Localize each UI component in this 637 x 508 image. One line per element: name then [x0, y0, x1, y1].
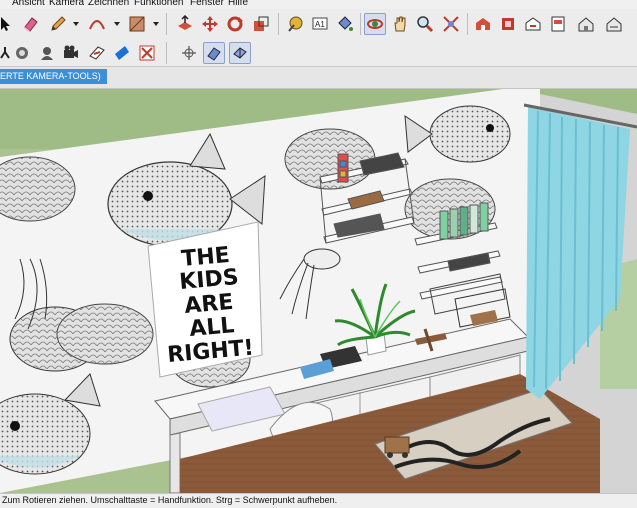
- axes-icon[interactable]: [178, 42, 200, 64]
- scene-tab[interactable]: ERTE KAMERA-TOOLS): [0, 69, 107, 84]
- toolbar-separator: [467, 13, 468, 35]
- menu-kamera[interactable]: Kamera: [49, 0, 84, 8]
- arc-dropdown-icon[interactable]: [114, 22, 120, 26]
- svg-text:A1: A1: [315, 20, 325, 29]
- toolbar-separator: [360, 13, 361, 35]
- section-cut-icon[interactable]: [136, 42, 158, 64]
- menu-ansicht[interactable]: Ansicht: [12, 0, 45, 8]
- scale-icon[interactable]: [250, 13, 272, 35]
- kids-poster: THE KIDS ARE ALL RIGHT!: [147, 221, 263, 378]
- select-arrow-icon[interactable]: [0, 13, 16, 35]
- pencil-icon[interactable]: [47, 13, 69, 35]
- model-viewport[interactable]: THE KIDS ARE ALL RIGHT!: [0, 89, 637, 493]
- rectangle-dropdown-icon[interactable]: [153, 22, 159, 26]
- orbit-icon[interactable]: [364, 13, 386, 35]
- extension-icon[interactable]: [497, 13, 519, 35]
- pencil-dropdown-icon[interactable]: [73, 22, 79, 26]
- push-pull-icon[interactable]: [174, 13, 196, 35]
- status-bar: Zum Rotieren ziehen. Umschalttaste = Han…: [0, 493, 637, 508]
- menu-bar: Ansicht Kamera Zeichnen Funktionen Fenst…: [0, 0, 637, 9]
- warehouse-icon[interactable]: [472, 13, 494, 35]
- status-text: Zum Rotieren ziehen. Umschalttaste = Han…: [2, 495, 338, 505]
- paint-bucket-icon[interactable]: [334, 13, 356, 35]
- xray-icon[interactable]: [203, 42, 225, 64]
- layout-icon[interactable]: [547, 13, 569, 35]
- rectangle-icon[interactable]: [126, 13, 148, 35]
- move-icon[interactable]: [199, 13, 221, 35]
- toolbar-separator: [278, 13, 279, 35]
- back-edges-icon[interactable]: [229, 42, 251, 64]
- toolbar-separator: [166, 13, 167, 35]
- components-icon[interactable]: [575, 13, 597, 35]
- menu-fenster[interactable]: Fenster: [190, 0, 224, 8]
- position-camera-icon[interactable]: [11, 42, 33, 64]
- share-model-icon[interactable]: [522, 13, 544, 35]
- arc-icon[interactable]: [86, 13, 108, 35]
- scene-tab-strip: ERTE KAMERA-TOOLS): [0, 67, 637, 89]
- look-around-icon[interactable]: [36, 42, 58, 64]
- text-icon[interactable]: A1: [309, 13, 331, 35]
- scene-render: THE KIDS ARE ALL RIGHT!: [0, 89, 637, 493]
- menu-hilfe[interactable]: Hilfe: [228, 0, 248, 8]
- menu-zeichnen[interactable]: Zeichnen: [88, 0, 129, 8]
- rotate-icon[interactable]: [224, 13, 246, 35]
- section-display-icon[interactable]: [111, 42, 133, 64]
- zoom-extents-icon[interactable]: [440, 13, 462, 35]
- film-camera-icon[interactable]: [60, 42, 82, 64]
- menu-funktionen[interactable]: Funktionen: [134, 0, 183, 8]
- pan-icon[interactable]: [389, 13, 411, 35]
- styles-icon[interactable]: [603, 13, 625, 35]
- eraser-icon[interactable]: [20, 13, 42, 35]
- section-plane-icon[interactable]: [86, 42, 108, 64]
- zoom-icon[interactable]: [414, 13, 436, 35]
- tape-measure-icon[interactable]: [284, 13, 306, 35]
- toolbar-separator: [166, 42, 167, 64]
- toolbar: A1: [0, 9, 637, 67]
